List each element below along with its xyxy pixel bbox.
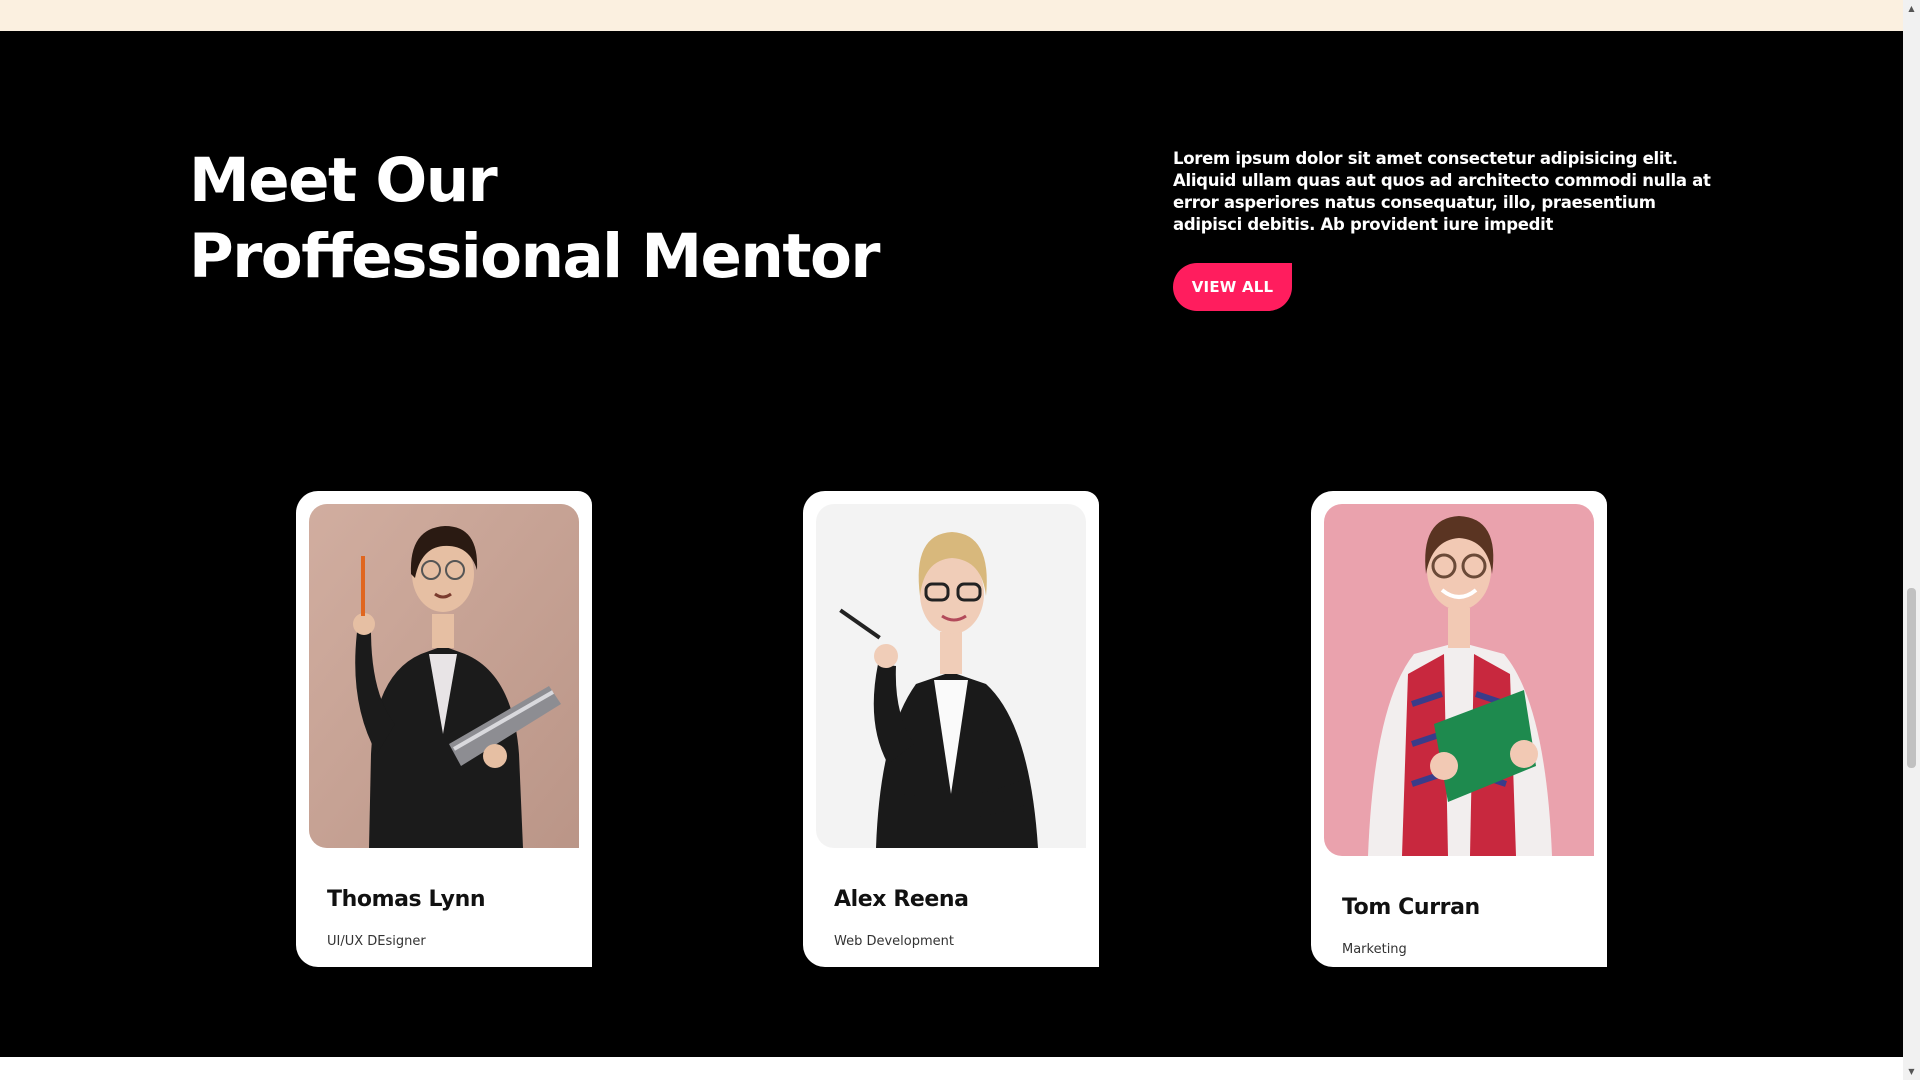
mentor-role: Web Development [834, 934, 954, 949]
mentor-role: Marketing [1342, 942, 1407, 957]
triangle-down-icon[interactable]: ▼ [1903, 1063, 1920, 1080]
view-all-button[interactable]: VIEW ALL [1173, 263, 1292, 311]
triangle-up-icon[interactable]: ▲ [1903, 0, 1920, 17]
previous-section-strip [0, 0, 1903, 31]
mentor-photo [309, 504, 579, 848]
page: Meet Our Proffessional Mentor Lorem ipsu… [0, 0, 1920, 1080]
next-section-strip [0, 1057, 1903, 1080]
woman-with-book-image [1324, 504, 1594, 856]
mentor-role: UI/UX DEsigner [327, 934, 426, 949]
mentor-photo [816, 504, 1086, 848]
section-intro-text: Lorem ipsum dolor sit amet consectetur a… [1173, 149, 1711, 234]
mentor-name: Alex Reena [834, 887, 969, 912]
mentor-card[interactable]: Tom Curran Marketing [1311, 491, 1607, 967]
mentor-card[interactable]: Thomas Lynn UI/UX DEsigner [296, 491, 592, 967]
vertical-scrollbar[interactable]: ▲ ▼ [1903, 0, 1920, 1080]
section-heading: Meet Our Proffessional Mentor [189, 143, 880, 295]
heading-line-1: Meet Our [189, 145, 498, 216]
mentor-name: Thomas Lynn [327, 887, 486, 912]
mentor-card[interactable]: Alex Reena Web Development [803, 491, 1099, 967]
mentor-name: Tom Curran [1342, 895, 1480, 920]
scrollbar-thumb[interactable] [1907, 588, 1916, 768]
heading-line-2: Proffessional Mentor [189, 221, 880, 292]
man-with-notebook-image [309, 504, 579, 848]
mentor-photo [1324, 504, 1594, 856]
woman-with-pen-image [816, 504, 1086, 848]
